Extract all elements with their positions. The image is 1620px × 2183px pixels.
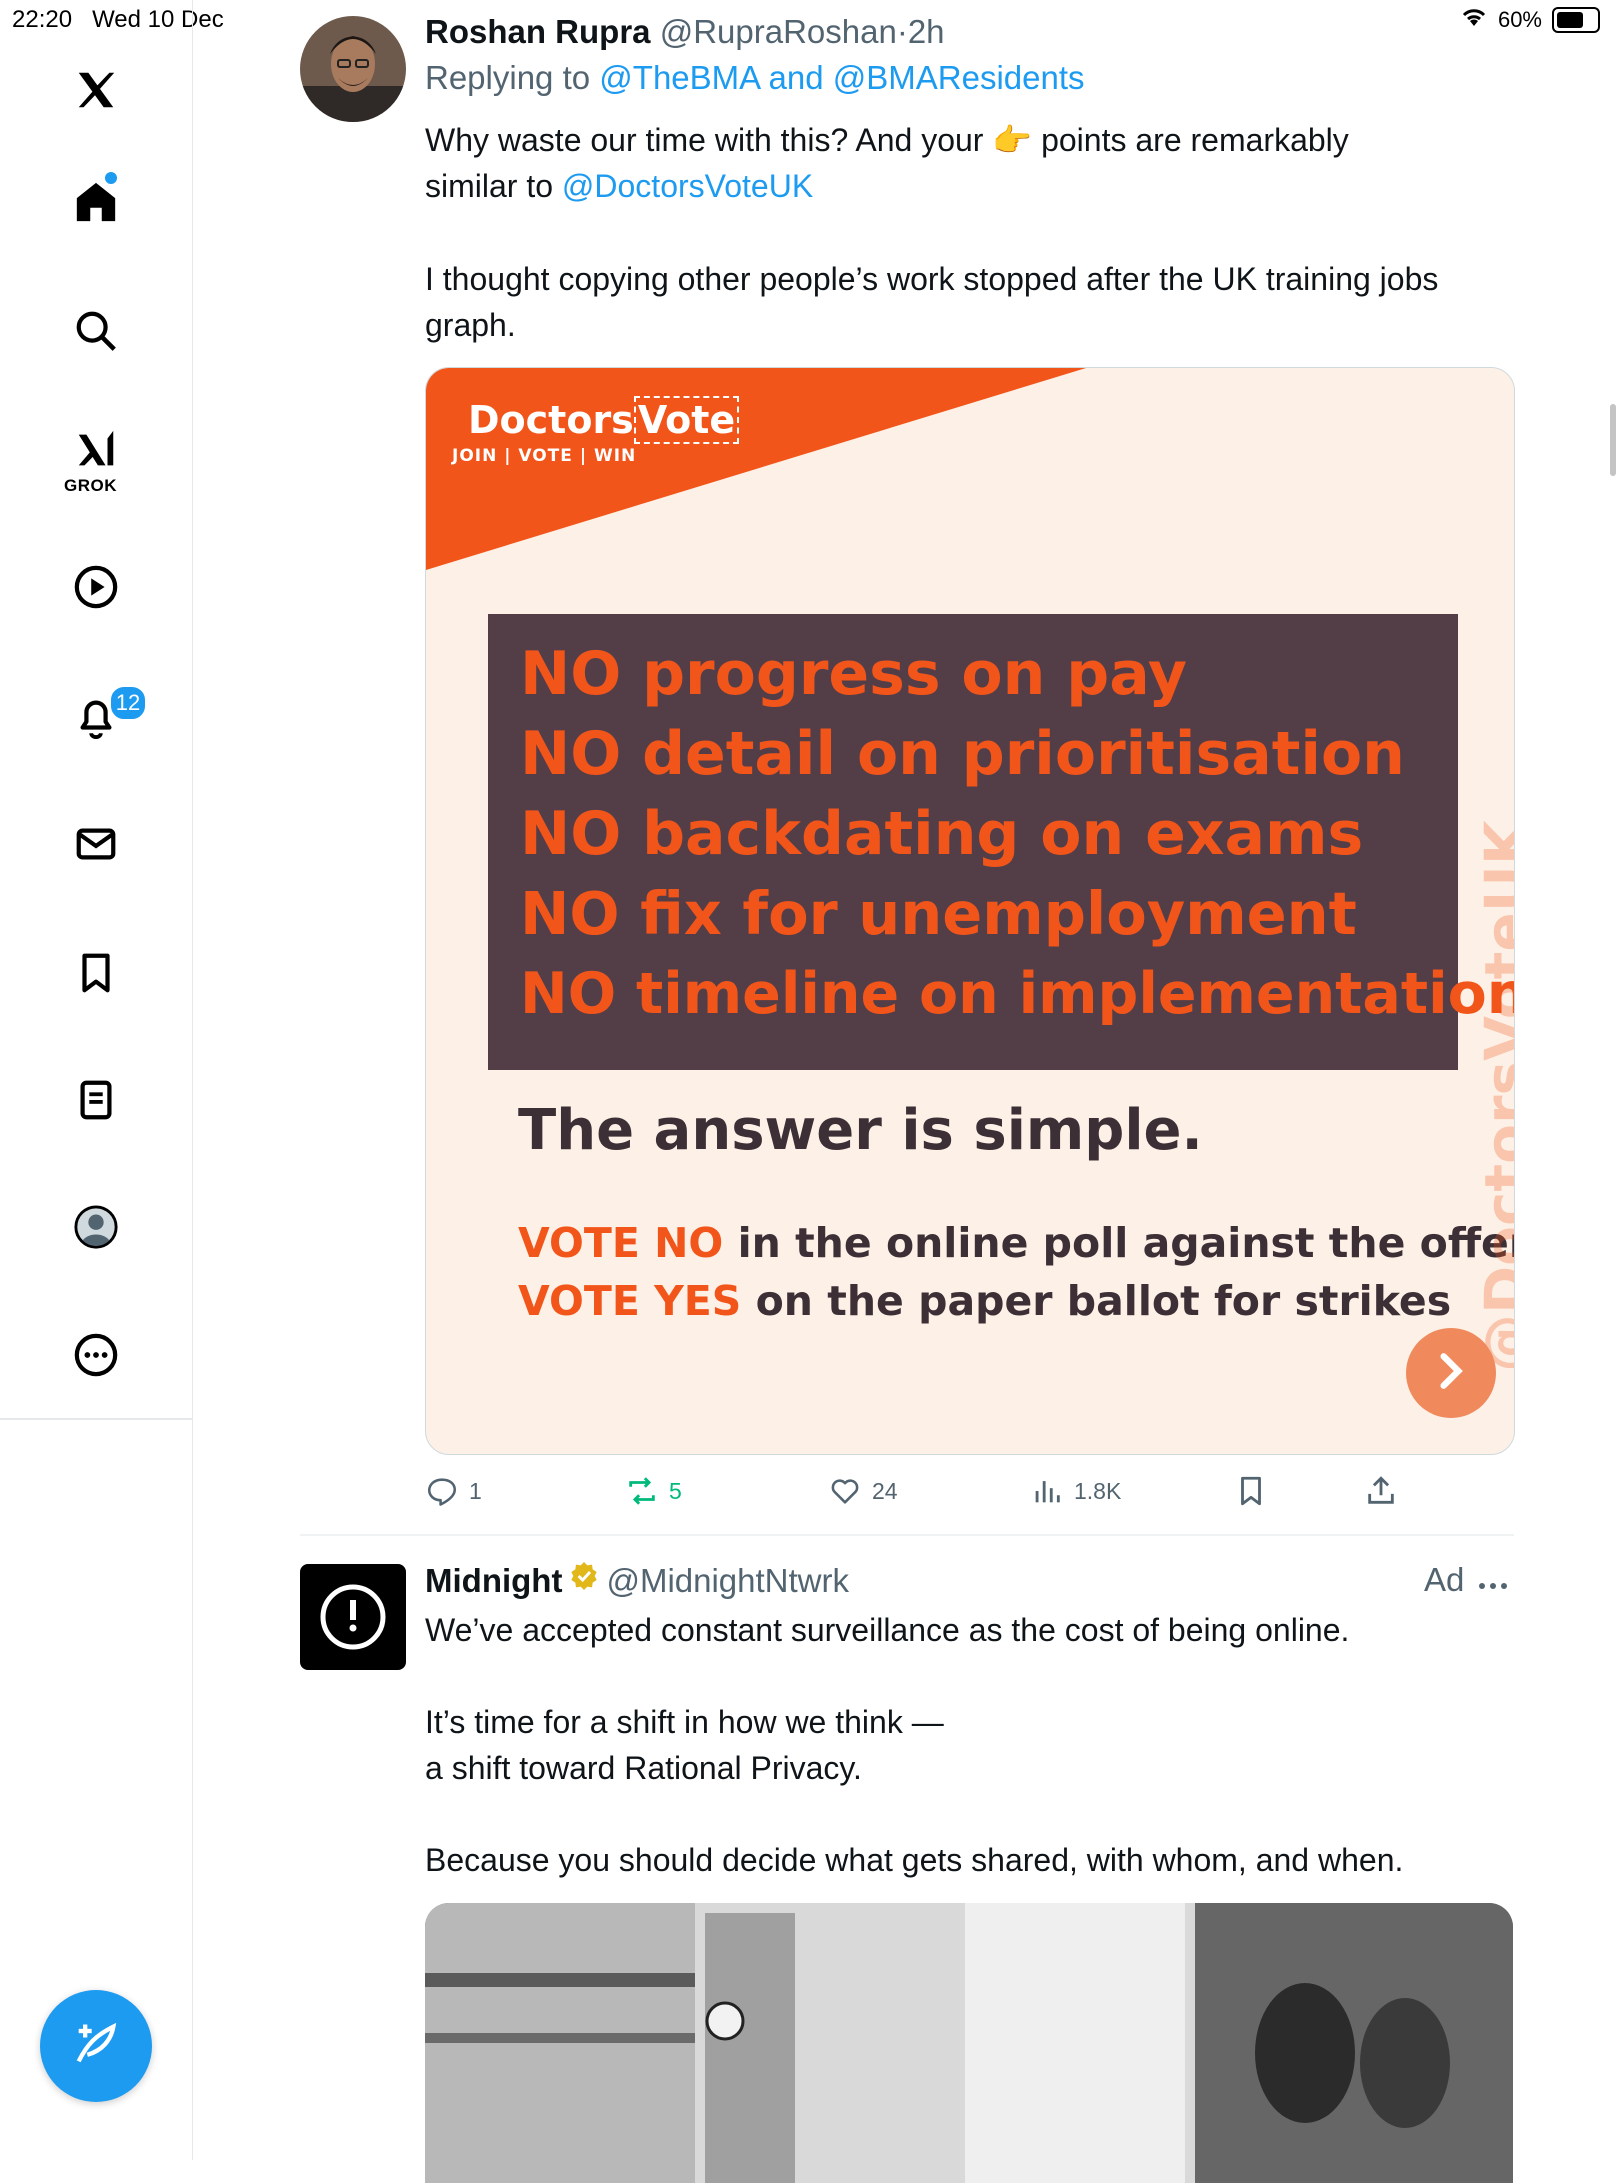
reply-button[interactable]: 1 (425, 1474, 482, 1508)
tweet-separator (300, 1534, 1514, 1536)
battery-icon (1552, 7, 1600, 33)
wifi-icon (1460, 6, 1488, 34)
no-panel: NO progress on pay NO detail on prioriti… (488, 614, 1514, 1070)
vote-no-rest: in the online poll against the offer (737, 1219, 1515, 1267)
author-name[interactable]: Roshan Rupra (425, 13, 651, 50)
views-button[interactable]: 1.8K (1030, 1474, 1121, 1508)
ad-photo (425, 1903, 1513, 2183)
repost-icon (629, 1477, 655, 1505)
next-slide-button[interactable] (1406, 1328, 1496, 1418)
pointing-emoji: 👉 (992, 122, 1033, 158)
play-icon[interactable] (70, 561, 122, 613)
logo-tagline: JOIN | VOTE | WIN (452, 446, 637, 466)
ad-header: Midnight @MidnightNtwrk (425, 1560, 849, 1601)
ad-author-handle[interactable]: @MidnightNtwrk (606, 1561, 849, 1601)
no-line: NO timeline on implementation (520, 961, 1515, 1027)
answer-line: The answer is simple. (518, 1098, 1203, 1163)
author-handle[interactable]: @RupraRoshan (660, 13, 897, 50)
replying-to: Replying to @TheBMA and @BMAResidents (425, 58, 1085, 98)
tweet-image[interactable]: Doctors Vote JOIN | VOTE | WIN NO progres… (425, 367, 1515, 1455)
time-sep: · (896, 13, 908, 50)
share-button[interactable] (1364, 1474, 1398, 1508)
midnight-logo-icon (320, 1584, 386, 1650)
ad-line-1: We’ve accepted constant surveillance as … (425, 1612, 1350, 1648)
ad-more-icon[interactable] (1478, 1560, 1508, 1600)
battery-percent: 60% (1497, 7, 1542, 32)
tweet-text-c: similar to (425, 168, 554, 204)
no-line: NO fix for unemployment (520, 879, 1357, 948)
ad-line-3: a shift toward Rational Privacy. (425, 1750, 862, 1786)
tweet-text-b: points are remarkably (1041, 122, 1349, 158)
vote-yes-rest: on the paper ballot for strikes (755, 1277, 1452, 1325)
reply-mention-2[interactable]: @BMAResidents (833, 59, 1085, 96)
avatar[interactable] (300, 16, 406, 122)
scrollbar[interactable] (1610, 404, 1616, 476)
tweet-header: Roshan Rupra @RupraRoshan·2h (425, 12, 945, 52)
ad-author-name[interactable]: Midnight (425, 1561, 562, 1601)
logo-doctors: Doctors (468, 398, 634, 442)
search-icon[interactable] (70, 305, 122, 357)
bookmark-button[interactable] (1234, 1474, 1268, 1508)
tweet-text-a: Why waste our time with this? And your (425, 122, 984, 158)
no-line: NO progress on pay (520, 639, 1187, 709)
no-line: NO detail on prioritisation (520, 719, 1405, 789)
ad-image[interactable] (425, 1903, 1513, 2183)
sidebar-divider (0, 1418, 192, 1420)
repost-count: 5 (669, 1477, 682, 1504)
grok-icon[interactable] (70, 424, 122, 476)
logo-vote: Vote (633, 396, 740, 444)
ad-label: Ad (1424, 1561, 1465, 1598)
verified-icon (568, 1560, 600, 1601)
tweet-time[interactable]: 2h (908, 13, 945, 50)
ad-meta: Ad (1424, 1560, 1508, 1600)
like-icon (831, 1479, 859, 1504)
views-icon (1035, 1481, 1060, 1503)
like-button[interactable]: 24 (828, 1474, 898, 1508)
home-icon[interactable] (70, 176, 122, 228)
home-unread-dot (105, 172, 117, 184)
mail-icon[interactable] (70, 818, 122, 870)
compose-icon (70, 2018, 122, 2075)
tweet-text-d: I thought copying other people’s work st… (425, 261, 1439, 343)
watermark: @DoctorsVoteUK (1472, 820, 1515, 1372)
compose-button[interactable] (40, 1990, 152, 2102)
ad-avatar[interactable] (300, 1564, 406, 1670)
vote-no: VOTE NO (518, 1219, 724, 1267)
bookmark-icon (1241, 1476, 1261, 1506)
grok-label: GROK (64, 476, 117, 495)
reply-icon (427, 1478, 457, 1506)
notifications-badge: 12 (108, 684, 148, 722)
x-logo-icon[interactable] (70, 64, 122, 116)
replying-prefix: Replying to (425, 59, 591, 96)
lists-icon[interactable] (70, 1074, 122, 1126)
reply-count: 1 (469, 1477, 482, 1504)
more-icon[interactable] (70, 1329, 122, 1381)
view-count: 1.8K (1074, 1477, 1122, 1504)
chevron-right-icon (1429, 1349, 1473, 1398)
doctors-vote-logo: Doctors Vote (468, 396, 740, 444)
ad-line-2: It’s time for a shift in how we think — (425, 1704, 944, 1740)
no-line: NO backdating on exams (520, 799, 1364, 869)
tweet-text: Why waste our time with this? And your 👉… (425, 117, 1525, 209)
bookmark-icon[interactable] (70, 947, 122, 999)
share-icon (1368, 1476, 1394, 1504)
no-list: NO progress on pay NO detail on prioriti… (520, 634, 1515, 1034)
ad-line-4: Because you should decide what gets shar… (425, 1842, 1404, 1878)
like-count: 24 (872, 1477, 898, 1504)
mention-link[interactable]: @DoctorsVoteUK (562, 168, 813, 204)
repost-button[interactable]: 5 (625, 1474, 682, 1508)
profile-icon[interactable] (70, 1201, 122, 1253)
vote-lines: VOTE NO in the online poll against the o… (518, 1214, 1515, 1330)
status-right: 60% (1460, 6, 1600, 34)
reply-and: and (768, 59, 824, 96)
reply-mention-1[interactable]: @TheBMA (599, 59, 759, 96)
vote-yes: VOTE YES (518, 1277, 742, 1325)
ad-text: We’ve accepted constant surveillance as … (425, 1607, 1545, 1883)
